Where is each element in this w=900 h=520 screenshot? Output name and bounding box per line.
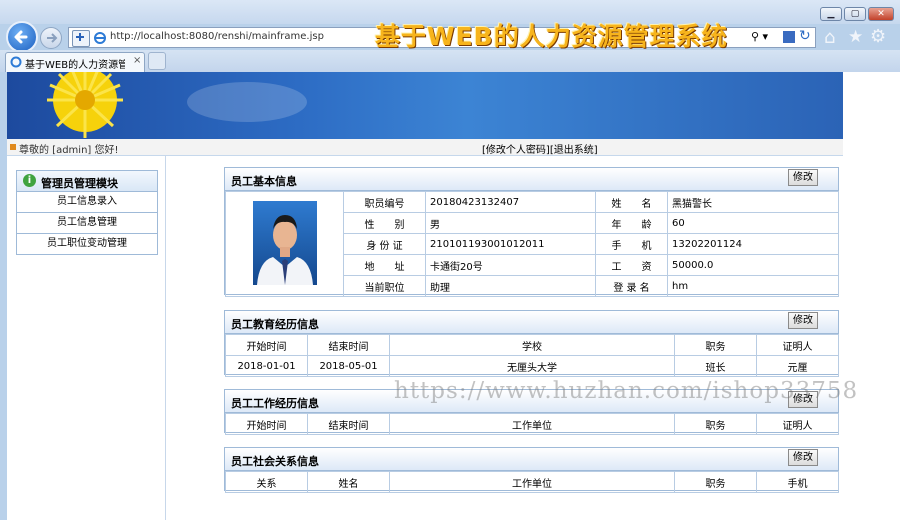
position-value: 助理 xyxy=(425,275,596,297)
name-label: 姓 名 xyxy=(595,191,668,213)
work-title: 员工工作经历信息 xyxy=(231,397,319,410)
login-label: 登 录 名 xyxy=(595,275,668,297)
sidebar-item-position-change[interactable]: 员工职位变动管理 xyxy=(16,234,158,255)
emp-no-value: 20180423132407 xyxy=(425,191,596,213)
basic-info-table: 职员编号 20180423132407 姓 名 黑猫警长 性 别 男 年 龄 6… xyxy=(225,191,839,297)
phone-label: 手 机 xyxy=(595,233,668,255)
greeting-text: 尊敬的 [admin] 您好! xyxy=(19,145,119,156)
education-edit-button[interactable]: 修改 xyxy=(788,312,818,329)
sidebar-title: 管理员管理模块 xyxy=(41,177,118,190)
table-header-cell: 职务 xyxy=(674,471,757,493)
logout-link[interactable]: [退出系统] xyxy=(550,145,598,156)
table-header-cell: 关系 xyxy=(225,471,308,493)
basic-info-header: 员工基本信息 修改 xyxy=(225,168,838,191)
social-title: 员工社会关系信息 xyxy=(231,455,319,468)
education-panel: 员工教育经历信息 修改 开始时间 结束时间 学校 职务 证明人 2018-01-… xyxy=(224,310,839,377)
info-icon: i xyxy=(23,174,36,187)
bullet-icon xyxy=(10,144,16,150)
salary-label: 工 资 xyxy=(595,254,668,276)
name-value: 黑猫警长 xyxy=(667,191,839,213)
age-label: 年 龄 xyxy=(595,212,668,234)
sidebar-item-employee-entry[interactable]: 员工信息录入 xyxy=(16,192,158,213)
id-label: 身 份 证 xyxy=(343,233,426,255)
education-table: 开始时间 结束时间 学校 职务 证明人 2018-01-01 2018-05-0… xyxy=(225,334,839,377)
cloud-decoration xyxy=(187,82,307,122)
social-edit-button[interactable]: 修改 xyxy=(788,449,818,466)
table-cell: 2018-01-01 xyxy=(225,355,308,377)
right-margin xyxy=(843,72,900,520)
dandelion-flower-image xyxy=(47,72,123,138)
new-tab-button[interactable] xyxy=(148,52,166,70)
age-value: 60 xyxy=(667,212,839,234)
gender-label: 性 别 xyxy=(343,212,426,234)
change-password-link[interactable]: [修改个人密码] xyxy=(482,145,550,156)
table-header-cell: 学校 xyxy=(389,334,675,356)
browser-tab[interactable]: 基于WEB的人力资源管... × xyxy=(5,52,145,72)
table-header-cell: 姓名 xyxy=(307,471,390,493)
table-cell: 班长 xyxy=(674,355,757,377)
table-row: 2018-01-01 2018-05-01 无厘头大学 班长 元厘 xyxy=(225,355,839,377)
emp-no-label: 职员编号 xyxy=(343,191,426,213)
compat-icon[interactable] xyxy=(72,30,90,47)
gender-value: 男 xyxy=(425,212,596,234)
education-title: 员工教育经历信息 xyxy=(231,318,319,331)
url-text[interactable]: http://localhost:8080/renshi/mainframe.j… xyxy=(110,31,324,42)
photo-cell xyxy=(225,191,344,297)
sidebar-item-employee-manage[interactable]: 员工信息管理 xyxy=(16,213,158,234)
maximize-button[interactable]: ▢ xyxy=(844,7,866,21)
social-table: 关系 姓名 工作单位 职务 手机 xyxy=(225,471,839,493)
social-header: 员工社会关系信息 修改 xyxy=(225,448,838,471)
table-header-cell: 职务 xyxy=(674,334,757,356)
basic-info-title: 员工基本信息 xyxy=(231,175,297,188)
table-header-cell: 结束时间 xyxy=(307,413,390,435)
system-title: 基于WEB的人力资源管理系统 xyxy=(375,22,728,51)
ie-tab-icon xyxy=(10,56,22,68)
table-header-cell: 工作单位 xyxy=(389,471,675,493)
arrow-left-icon xyxy=(14,30,28,44)
employee-photo xyxy=(252,200,317,285)
table-header-cell: 手机 xyxy=(756,471,839,493)
table-cell: 元厘 xyxy=(756,355,839,377)
address-label: 地 址 xyxy=(343,254,426,276)
table-header-cell: 证明人 xyxy=(756,413,839,435)
tab-title: 基于WEB的人力资源管... xyxy=(25,60,125,71)
social-panel: 员工社会关系信息 修改 关系 姓名 工作单位 职务 手机 xyxy=(224,447,839,493)
settings-gear-icon[interactable]: ⚙ xyxy=(870,26,886,47)
top-links: [修改个人密码][退出系统] xyxy=(482,141,598,156)
user-strip xyxy=(7,139,843,156)
home-icon[interactable]: ⌂ xyxy=(824,27,835,48)
favorites-star-icon[interactable]: ★ xyxy=(848,27,863,47)
work-table: 开始时间 结束时间 工作单位 职务 证明人 xyxy=(225,413,839,435)
salary-value: 50000.0 xyxy=(667,254,839,276)
back-button[interactable] xyxy=(6,21,38,53)
position-label: 当前职位 xyxy=(343,275,426,297)
table-header-cell: 证明人 xyxy=(756,334,839,356)
table-header-cell: 开始时间 xyxy=(225,334,308,356)
banner xyxy=(7,72,843,139)
tab-close-icon[interactable]: × xyxy=(133,55,141,66)
minimize-button[interactable]: ▁ xyxy=(820,7,842,21)
address-value: 卡通街20号 xyxy=(425,254,596,276)
close-window-button[interactable]: ✕ xyxy=(868,7,894,21)
basic-info-panel: 员工基本信息 修改 职员编号 20180423132407 姓 名 黑猫警长 性… xyxy=(224,167,839,297)
basic-info-edit-button[interactable]: 修改 xyxy=(788,169,818,186)
table-header-cell: 开始时间 xyxy=(225,413,308,435)
phone-value: 13202201124 xyxy=(667,233,839,255)
sidebar-divider xyxy=(165,155,166,520)
arrow-right-icon xyxy=(47,33,58,43)
table-cell: 2018-05-01 xyxy=(307,355,390,377)
login-value: hm xyxy=(667,275,839,297)
sidebar-header: i 管理员管理模块 xyxy=(16,170,158,192)
table-header-cell: 工作单位 xyxy=(389,413,675,435)
forward-button[interactable] xyxy=(40,27,62,49)
table-header-cell: 职务 xyxy=(674,413,757,435)
ie-page-icon xyxy=(93,31,107,45)
table-header-cell: 结束时间 xyxy=(307,334,390,356)
watermark-text: https://www.huzhan.com/ishop33758 xyxy=(394,378,859,404)
id-value: 210101193001012011 xyxy=(425,233,596,255)
table-cell: 无厘头大学 xyxy=(389,355,675,377)
education-header: 员工教育经历信息 修改 xyxy=(225,311,838,334)
